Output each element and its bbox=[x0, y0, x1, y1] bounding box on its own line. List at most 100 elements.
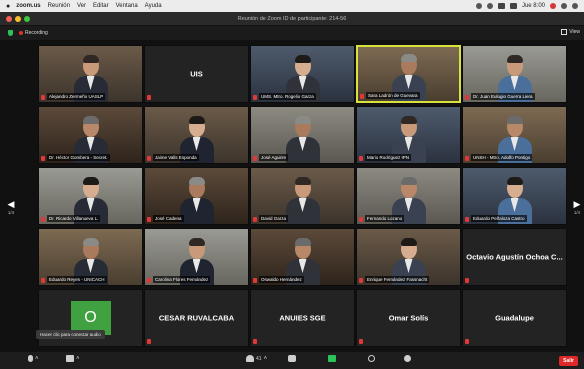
participant-tile[interactable]: David Garza bbox=[250, 167, 355, 225]
meeting-toolbar: ˄ ˄ 41 ˄ Salir bbox=[0, 352, 584, 369]
muted-mic-icon bbox=[359, 339, 363, 344]
reactions-button[interactable] bbox=[404, 355, 411, 362]
participant-name: Dr. Héctor Gombera - Secret. bbox=[47, 154, 110, 161]
muted-mic-icon bbox=[465, 339, 469, 344]
maximize-window-button[interactable] bbox=[24, 15, 30, 22]
gallery-view-icon bbox=[561, 29, 568, 35]
chat-button[interactable] bbox=[288, 355, 296, 362]
muted-mic-icon bbox=[41, 95, 45, 100]
participant-tile[interactable]: Alejandro Zermeño UASLP bbox=[38, 45, 143, 103]
menu-ventana[interactable]: Ventana bbox=[116, 3, 138, 9]
muted-mic-icon bbox=[253, 217, 257, 222]
participant-tile[interactable]: CESAR RUVALCABA bbox=[144, 289, 249, 347]
participant-tile[interactable]: Oswaldo Hernández bbox=[250, 228, 355, 286]
page-indicator-left: 1/4 bbox=[7, 210, 15, 215]
security-shield-icon[interactable] bbox=[8, 30, 13, 36]
menu-reunion[interactable]: Reunión bbox=[48, 3, 70, 9]
participant-name: Eduardo Peñaloza Castro bbox=[471, 215, 527, 222]
leave-meeting-button[interactable]: Salir bbox=[559, 356, 578, 366]
chevron-up-icon[interactable]: ˄ bbox=[264, 356, 268, 362]
muted-mic-icon bbox=[359, 217, 363, 222]
share-screen-button[interactable] bbox=[328, 355, 336, 362]
participant-tile[interactable]: Fernando Lozano bbox=[356, 167, 461, 225]
participant-name: UMS. Mtro. Rogelio Garza bbox=[259, 93, 316, 100]
view-button[interactable]: View bbox=[561, 29, 580, 35]
participant-name: Jaime Valls Esponda bbox=[153, 154, 199, 161]
participant-name: Carolina Flores Fernández bbox=[153, 276, 211, 283]
muted-mic-icon bbox=[253, 156, 257, 161]
participants-icon bbox=[246, 355, 254, 362]
tray-sync-icon[interactable] bbox=[486, 3, 493, 9]
chevron-right-icon: ▶ bbox=[573, 199, 581, 209]
participant-name: UIS bbox=[190, 69, 203, 79]
participant-tile[interactable]: UMS. Mtro. Rogelio Garza bbox=[250, 45, 355, 103]
muted-mic-icon bbox=[41, 217, 45, 222]
participant-tile[interactable]: Dr. Juan Eulogio Guerra Liera bbox=[462, 45, 567, 103]
mac-menubar: ● zoom.us Reunión Ver Editar Ventana Ayu… bbox=[0, 0, 584, 12]
chevron-up-icon[interactable]: ˄ bbox=[76, 356, 80, 362]
participant-tile[interactable]: Carolina Flores Fernández bbox=[144, 228, 249, 286]
menu-ayuda[interactable]: Ayuda bbox=[145, 3, 162, 9]
menu-zoom[interactable]: zoom.us bbox=[16, 3, 40, 9]
participants-button[interactable]: 41 ˄ bbox=[246, 355, 267, 362]
gallery-view: ◀ 1/4 ▶ 1/4 Alejandro Zermeño UASLP UIS UM… bbox=[0, 40, 584, 352]
participant-tile[interactable]: Dr. Héctor Gombera - Secret. bbox=[38, 106, 143, 164]
apple-icon[interactable]: ● bbox=[6, 3, 10, 10]
participant-tile[interactable]: UIS bbox=[144, 45, 249, 103]
participant-tile[interactable]: ANUIES SGE bbox=[250, 289, 355, 347]
control-center-icon[interactable] bbox=[572, 3, 578, 9]
menu-editar[interactable]: Editar bbox=[93, 3, 109, 9]
participant-name: José Aguirre bbox=[259, 154, 289, 161]
menu-ver[interactable]: Ver bbox=[77, 3, 86, 9]
participant-tile[interactable]: UNSH - Mtro. Adolfo Pontigo bbox=[462, 106, 567, 164]
menubar-clock[interactable]: Jue 8:00 bbox=[522, 3, 545, 9]
participants-count: 41 bbox=[256, 355, 262, 362]
participant-name: Fernando Lozano bbox=[365, 215, 405, 222]
battery-icon[interactable] bbox=[509, 3, 517, 9]
tray-zoom-icon[interactable] bbox=[475, 3, 482, 9]
minimize-window-button[interactable] bbox=[15, 15, 21, 22]
participant-tile[interactable]: José Aguirre bbox=[250, 106, 355, 164]
participant-name: Dr. Juan Eulogio Guerra Liera bbox=[471, 93, 535, 100]
participant-name: Omar Solís bbox=[388, 313, 429, 323]
participant-name: Guadalupe bbox=[495, 313, 534, 323]
page-indicator-right: 1/4 bbox=[573, 210, 581, 215]
participant-tile[interactable]: Eduardo Peñaloza Castro bbox=[462, 167, 567, 225]
audio-button[interactable]: ˄ bbox=[28, 355, 39, 362]
previous-page-button[interactable]: ◀ 1/4 bbox=[6, 190, 16, 224]
muted-mic-icon bbox=[147, 278, 151, 283]
muted-mic-icon bbox=[360, 94, 364, 99]
notification-icon[interactable] bbox=[550, 3, 556, 9]
participant-tile[interactable]: Guadalupe bbox=[462, 289, 567, 347]
camera-icon bbox=[66, 355, 74, 362]
participant-tile[interactable]: Eduardo Reyes - UNICACH bbox=[38, 228, 143, 286]
chevron-left-icon: ◀ bbox=[7, 199, 15, 209]
next-page-button[interactable]: ▶ 1/4 bbox=[572, 190, 582, 224]
chevron-up-icon[interactable]: ˄ bbox=[35, 356, 39, 362]
participant-name: Enrique Fernández Fassnacht bbox=[365, 276, 430, 283]
participant-tile[interactable]: Enrique Fernández Fassnacht bbox=[356, 228, 461, 286]
participant-name: Alejandro Zermeño UASLP bbox=[47, 93, 106, 100]
record-button[interactable] bbox=[368, 355, 375, 362]
muted-mic-icon bbox=[465, 217, 469, 222]
muted-mic-icon bbox=[359, 278, 363, 283]
participant-tile[interactable]: Dr. Ricardo Villanueva L. bbox=[38, 167, 143, 225]
participant-name: Sara Ladrón de Guevara bbox=[366, 92, 420, 99]
participant-tile[interactable]: Sara Ladrón de Guevara bbox=[356, 45, 461, 103]
window-controls bbox=[0, 15, 30, 22]
video-button[interactable]: ˄ bbox=[66, 355, 80, 362]
participant-name: Oswaldo Hernández bbox=[259, 276, 304, 283]
muted-mic-icon bbox=[253, 278, 257, 283]
participant-tile[interactable]: Omar Solís bbox=[356, 289, 461, 347]
wifi-icon[interactable] bbox=[497, 3, 505, 9]
participant-tile[interactable]: Jaime Valls Esponda bbox=[144, 106, 249, 164]
participant-tile[interactable]: Mario Rodríguez IPN bbox=[356, 106, 461, 164]
participant-tile[interactable]: Octavio Agustín Ochoa C... bbox=[462, 228, 567, 286]
recording-indicator[interactable]: Recording bbox=[19, 30, 48, 36]
close-window-button[interactable] bbox=[6, 15, 12, 22]
muted-mic-icon bbox=[147, 95, 151, 100]
participant-tile[interactable]: José Cadena bbox=[144, 167, 249, 225]
muted-mic-icon bbox=[253, 339, 257, 344]
search-icon[interactable] bbox=[561, 3, 567, 9]
participant-name: CESAR RUVALCABA bbox=[158, 313, 235, 323]
